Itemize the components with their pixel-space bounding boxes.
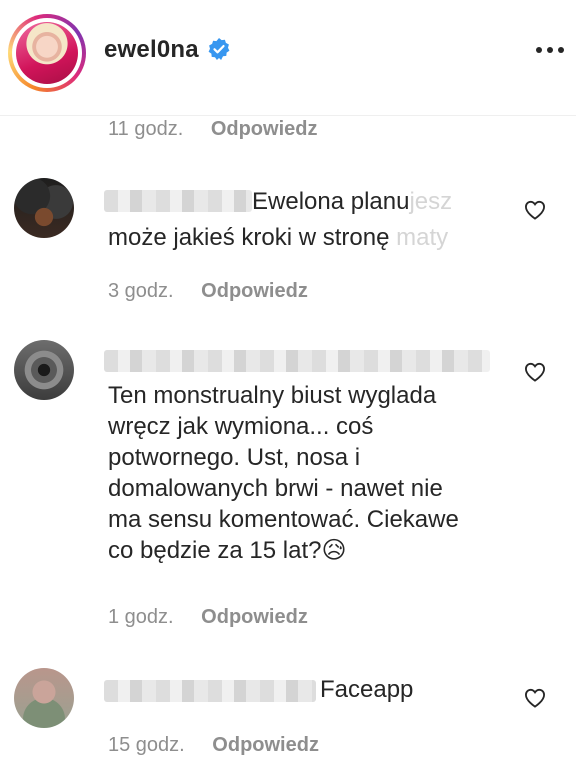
- like-heart-icon[interactable]: [524, 200, 546, 220]
- commenter-avatar[interactable]: [14, 668, 74, 728]
- blurred-username: [104, 190, 252, 212]
- reply-button[interactable]: Odpowiedz: [212, 734, 319, 756]
- blurred-username: [104, 680, 316, 702]
- comment-meta: 3 godz. Odpowiedz: [108, 280, 308, 303]
- comment-time: 15 godz.: [108, 734, 185, 756]
- comment-time: 3 godz.: [108, 280, 174, 302]
- like-heart-icon[interactable]: [524, 688, 546, 708]
- reply-button[interactable]: Odpowiedz: [201, 280, 308, 302]
- reply-button[interactable]: Odpowiedz: [201, 606, 308, 628]
- comment-time: 11 godz.: [108, 118, 184, 140]
- post-header: ewel0na: [0, 0, 576, 116]
- comment-meta: 11 godz. Odpowiedz: [108, 118, 317, 141]
- story-ring[interactable]: [8, 14, 86, 92]
- comment-meta: 1 godz. Odpowiedz: [108, 606, 308, 629]
- username[interactable]: ewel0na: [104, 36, 199, 64]
- commenter-avatar[interactable]: [14, 178, 74, 238]
- verified-badge-icon: [208, 38, 230, 60]
- comment-meta: 15 godz. Odpowiedz: [108, 734, 319, 757]
- profile-avatar[interactable]: [16, 22, 78, 84]
- comment-time: 1 godz.: [108, 606, 174, 628]
- reply-button[interactable]: Odpowiedz: [211, 118, 318, 140]
- like-heart-icon[interactable]: [524, 362, 546, 382]
- comment-text: Faceapp: [320, 676, 414, 703]
- comment-text: Ewelona planujesz: [252, 188, 453, 215]
- comment-text: Ten monstrualny biust wyglada wręcz jak …: [108, 382, 459, 564]
- commenter-avatar[interactable]: [14, 340, 74, 400]
- comment-text-line: może jakieś kroki w stronę maty: [108, 224, 449, 251]
- blurred-username: [104, 350, 490, 372]
- more-options-icon[interactable]: [536, 47, 564, 55]
